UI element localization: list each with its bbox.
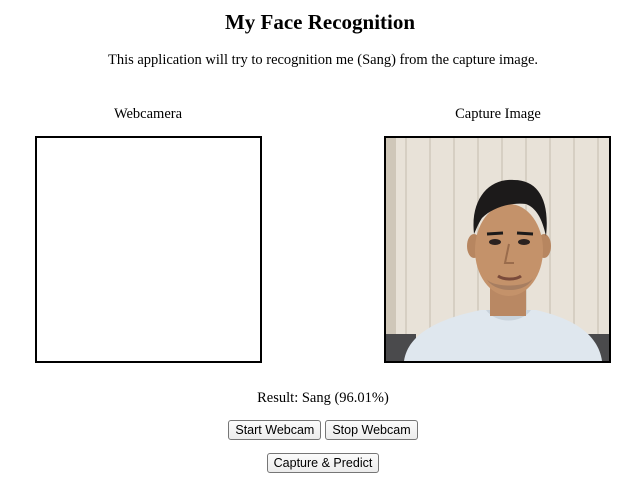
stop-webcam-button[interactable]: Stop Webcam: [325, 420, 418, 440]
capture-predict-button[interactable]: Capture & Predict: [266, 453, 380, 473]
capture-controls: Capture & Predict: [0, 453, 640, 473]
webcam-controls: Start Webcam Stop Webcam: [0, 420, 640, 440]
face-recognition-page: My Face Recognition This application wil…: [0, 0, 640, 480]
capture-image-label: Capture Image: [455, 106, 541, 122]
captured-face-photo: [386, 138, 609, 361]
webcam-video-panel: [35, 136, 262, 363]
capture-image-panel: [384, 136, 611, 363]
page-title: My Face Recognition: [224, 10, 416, 34]
prediction-result: Result: Sang (96.01%): [257, 390, 389, 406]
webcam-label: Webcamera: [113, 106, 183, 122]
page-description: This application will try to recognition…: [107, 52, 539, 68]
start-webcam-button[interactable]: Start Webcam: [228, 420, 322, 440]
